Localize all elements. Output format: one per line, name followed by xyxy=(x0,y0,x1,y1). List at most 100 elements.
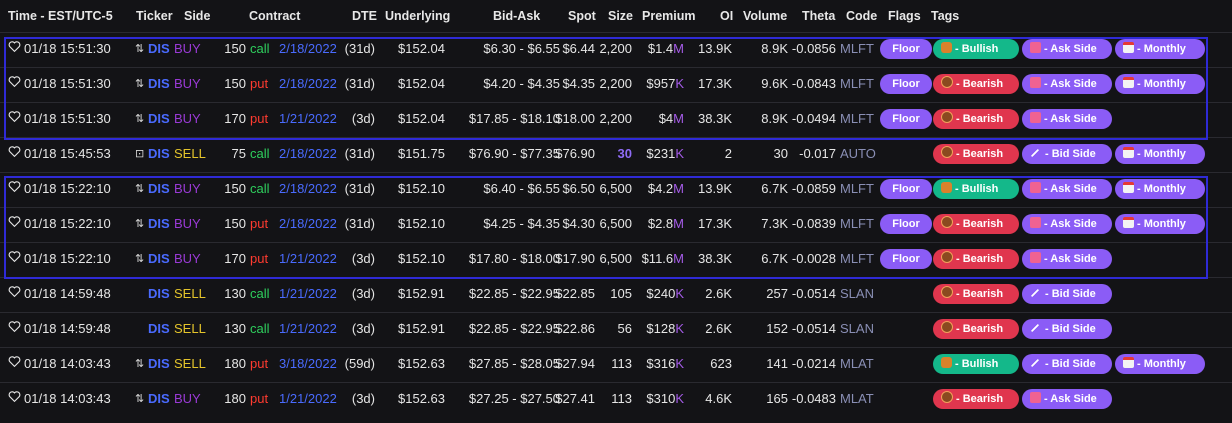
bearish-tag[interactable]: - Bearish xyxy=(933,109,1019,129)
ask-side-tag[interactable]: - Ask Side xyxy=(1022,179,1112,199)
header-premium[interactable]: Premium xyxy=(642,9,696,23)
table-row[interactable]: 01/18 15:51:30 ⇅ DIS BUY 150 call 2/18/2022 (31… xyxy=(0,32,1232,68)
monthly-tag[interactable]: - Monthly xyxy=(1115,74,1205,94)
bid-side-tag[interactable]: - Bid Side xyxy=(1022,284,1112,304)
header-dte[interactable]: DTE xyxy=(352,9,377,23)
monthly-tag[interactable]: - Monthly xyxy=(1115,39,1205,59)
header-spot[interactable]: Spot xyxy=(568,9,596,23)
ticker-symbol[interactable]: DIS xyxy=(148,286,170,301)
bid-side-tag[interactable]: - Bid Side xyxy=(1022,144,1112,164)
table-row[interactable]: 01/18 15:22:10 ⇅ DIS BUY 150 call 2/18/2022 (31… xyxy=(0,172,1232,208)
theta: -0.017 xyxy=(799,146,836,161)
table-row[interactable]: 01/18 15:22:10 ⇅ DIS BUY 150 put 2/18/2022 (31d… xyxy=(0,207,1232,243)
header-theta[interactable]: Theta xyxy=(802,9,835,23)
header-side[interactable]: Side xyxy=(184,9,210,23)
swap-icon: ⇅ xyxy=(135,253,145,265)
heart-icon[interactable] xyxy=(8,110,21,123)
ticker-symbol[interactable]: DIS xyxy=(148,216,170,231)
heart-icon[interactable] xyxy=(8,145,21,158)
ticker-symbol[interactable]: DIS xyxy=(148,41,170,56)
floor-flag[interactable]: Floor xyxy=(880,74,932,94)
header-tags[interactable]: Tags xyxy=(931,9,959,23)
header-oi[interactable]: OI xyxy=(720,9,733,23)
bearish-tag[interactable]: - Bearish xyxy=(933,389,1019,409)
ticker-symbol[interactable]: DIS xyxy=(148,181,170,196)
bullish-tag[interactable]: - Bullish xyxy=(933,39,1019,59)
monthly-tag[interactable]: - Monthly xyxy=(1115,354,1205,374)
underlying-price: $152.63 xyxy=(398,391,445,406)
header-flags[interactable]: Flags xyxy=(888,9,921,23)
bullish-tag[interactable]: - Bullish xyxy=(933,354,1019,374)
header-ticker[interactable]: Ticker xyxy=(136,9,173,23)
ask-side-tag[interactable]: - Ask Side xyxy=(1022,249,1112,269)
ticker-symbol[interactable]: DIS xyxy=(148,111,170,126)
heart-icon[interactable] xyxy=(8,40,21,53)
header-time[interactable]: Time - EST/UTC-5 xyxy=(8,9,113,23)
option-type: call xyxy=(250,41,270,56)
heart-icon[interactable] xyxy=(8,320,21,333)
heart-icon[interactable] xyxy=(8,75,21,88)
monthly-tag[interactable]: - Monthly xyxy=(1115,144,1205,164)
trade-size: 2,200 xyxy=(599,41,632,56)
header-bid-ask[interactable]: Bid-Ask xyxy=(493,9,540,23)
heart-icon[interactable] xyxy=(8,250,21,263)
bullish-tag[interactable]: - Bullish xyxy=(933,179,1019,199)
floor-flag[interactable]: Floor xyxy=(880,109,932,129)
heart-icon[interactable] xyxy=(8,285,21,298)
ticker-symbol[interactable]: DIS xyxy=(148,76,170,91)
header-code[interactable]: Code xyxy=(846,9,877,23)
header-size[interactable]: Size xyxy=(608,9,633,23)
ticker-symbol[interactable]: DIS xyxy=(148,251,170,266)
floor-flag[interactable]: Floor xyxy=(880,249,932,269)
ask-side-tag[interactable]: - Ask Side xyxy=(1022,214,1112,234)
bid-ask: $22.85 - $22.95 xyxy=(468,321,560,336)
bearish-tag[interactable]: - Bearish xyxy=(933,74,1019,94)
table-row[interactable]: 01/18 15:22:10 ⇅ DIS BUY 170 put 1/21/2022 (3d)… xyxy=(0,242,1232,278)
swap-icon: ⇅ xyxy=(135,183,145,195)
header-volume[interactable]: Volume xyxy=(743,9,787,23)
ticker-symbol[interactable]: DIS xyxy=(148,321,170,336)
open-interest: 623 xyxy=(710,356,732,371)
ask-side-tag[interactable]: - Ask Side xyxy=(1022,389,1112,409)
table-row[interactable]: 01/18 14:59:48 DIS SELL 130 call 1/21/2022 (3d… xyxy=(0,312,1232,348)
table-row[interactable]: 01/18 14:03:43 ⇅ DIS BUY 180 put 1/21/2022 (3d)… xyxy=(0,382,1232,418)
swap-icon: ⇅ xyxy=(135,43,145,55)
ask-side-tag[interactable]: - Ask Side xyxy=(1022,39,1112,59)
underlying-price: $152.10 xyxy=(398,181,445,196)
monthly-tag[interactable]: - Monthly xyxy=(1115,179,1205,199)
header-contract[interactable]: Contract xyxy=(249,9,300,23)
underlying-price: $152.04 xyxy=(398,111,445,126)
ask-side-tag[interactable]: - Ask Side xyxy=(1022,109,1112,129)
ticker-symbol[interactable]: DIS xyxy=(148,391,170,406)
strike: 150 xyxy=(224,41,246,56)
heart-icon[interactable] xyxy=(8,215,21,228)
bearish-tag[interactable]: - Bearish xyxy=(933,284,1019,304)
heart-icon[interactable] xyxy=(8,180,21,193)
table-row[interactable]: 01/18 15:45:53 ⊡ DIS SELL 75 call 2/18/2022 (31… xyxy=(0,137,1232,173)
bearish-tag[interactable]: - Bearish xyxy=(933,319,1019,339)
table-row[interactable]: 01/18 14:03:43 ⇅ DIS SELL 180 put 3/18/2022 (59… xyxy=(0,347,1232,383)
floor-flag[interactable]: Floor xyxy=(880,39,932,59)
table-row[interactable]: 01/18 15:51:30 ⇅ DIS BUY 170 put 1/21/2022 (3d)… xyxy=(0,102,1232,138)
bearish-tag[interactable]: - Bearish xyxy=(933,214,1019,234)
monthly-tag[interactable]: - Monthly xyxy=(1115,214,1205,234)
table-row[interactable]: 01/18 14:59:48 DIS SELL 130 call 1/21/2022 (3d… xyxy=(0,277,1232,313)
swap-icon: ⇅ xyxy=(135,78,145,90)
table-row[interactable]: 01/18 15:51:30 ⇅ DIS BUY 150 put 2/18/2022 (31d… xyxy=(0,67,1232,103)
bearish-tag[interactable]: - Bearish xyxy=(933,249,1019,269)
table-header: Time - EST/UTC-5 Ticker Side Contract DT… xyxy=(0,0,1232,32)
trade-time: 01/18 14:59:48 xyxy=(24,286,111,301)
floor-flag[interactable]: Floor xyxy=(880,179,932,199)
bearish-tag[interactable]: - Bearish xyxy=(933,144,1019,164)
floor-flag[interactable]: Floor xyxy=(880,214,932,234)
header-underlying[interactable]: Underlying xyxy=(385,9,450,23)
ask-side-tag[interactable]: - Ask Side xyxy=(1022,74,1112,94)
bid-side-tag[interactable]: - Bid Side xyxy=(1022,354,1112,374)
heart-icon[interactable] xyxy=(8,355,21,368)
ticker-symbol[interactable]: DIS xyxy=(148,146,170,161)
heart-icon[interactable] xyxy=(8,390,21,403)
bid-side-tag[interactable]: - Bid Side xyxy=(1022,319,1112,339)
trade-time: 01/18 14:59:48 xyxy=(24,321,111,336)
ticker-symbol[interactable]: DIS xyxy=(148,356,170,371)
bear-icon xyxy=(941,286,953,298)
